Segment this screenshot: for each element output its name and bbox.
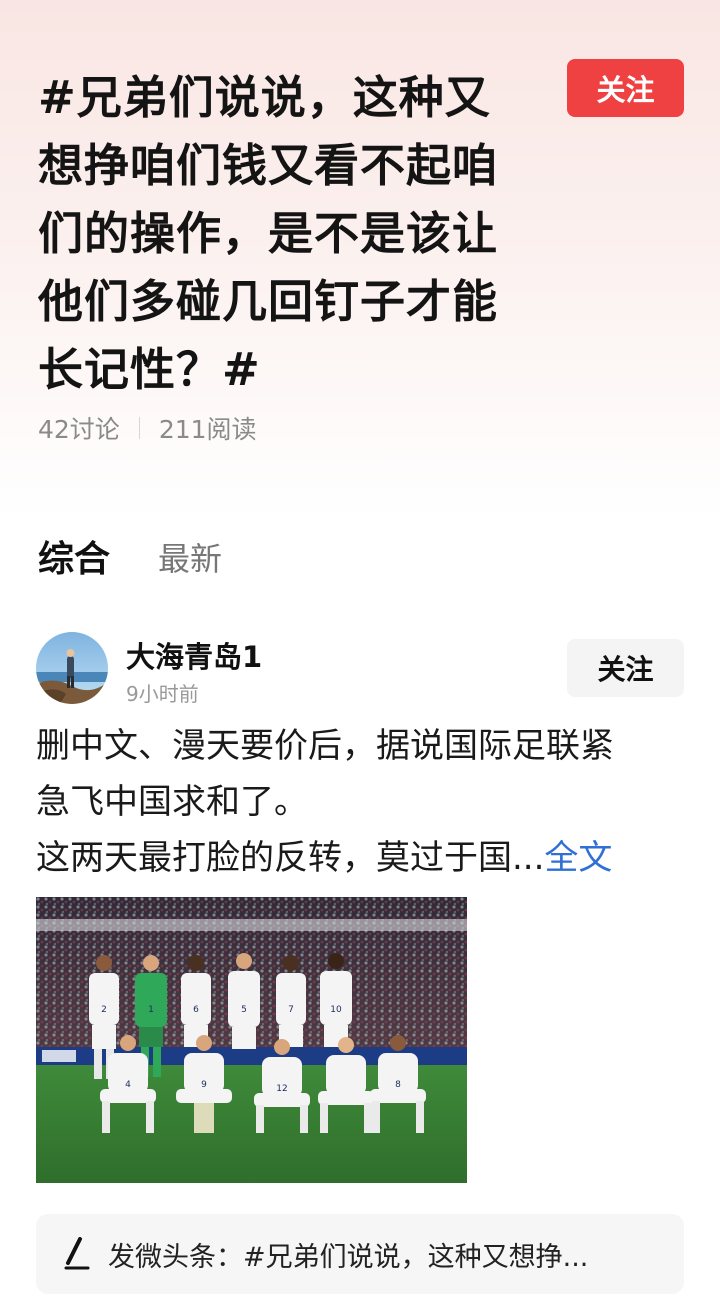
post-content[interactable]: 删中文、漫天要价后，据说国际足联紧 急飞中国求和了。 这两天最打脸的反转，莫过于… xyxy=(36,718,696,886)
avatar-image xyxy=(36,632,108,704)
composer-placeholder: 发微头条：#兄弟们说说，这种又想挣... xyxy=(108,1241,589,1273)
jersey-number: 2 xyxy=(101,1005,107,1015)
tab-comprehensive[interactable]: 综合 xyxy=(38,530,110,582)
post-composer-bar[interactable]: 发微头条：#兄弟们说说，这种又想挣... xyxy=(36,1214,684,1294)
follow-user-button[interactable]: 关注 xyxy=(567,639,684,697)
jersey-number: 6 xyxy=(193,1005,199,1015)
topic-title: #兄弟们说说，这种又想挣咱们钱又看不起咱们的操作，是不是该让他们多碰几回钉子才能… xyxy=(38,71,499,396)
post-text-excerpt: 这两天最打脸的反转，莫过于国... xyxy=(36,838,545,878)
follow-topic-button[interactable]: 关注 xyxy=(567,59,684,117)
jersey-number: 4 xyxy=(125,1080,131,1090)
read-more-link[interactable]: 全文 xyxy=(544,838,612,878)
post-image[interactable]: 2 1 6 5 7 10 4 9 12 8 xyxy=(36,897,467,1183)
author-name[interactable]: 大海青岛1 xyxy=(126,634,262,676)
read-count: 211阅读 xyxy=(158,415,257,444)
jersey-number: 1 xyxy=(148,1005,154,1015)
pen-icon xyxy=(58,1234,92,1274)
jersey-number: 12 xyxy=(276,1084,287,1094)
tab-latest[interactable]: 最新 xyxy=(158,534,222,580)
post-text-line: 删中文、漫天要价后，据说国际足联紧 xyxy=(36,726,614,766)
topic-stats: 42讨论 211阅读 xyxy=(38,408,257,448)
jersey-number: 10 xyxy=(330,1005,342,1015)
post-timestamp: 9小时前 xyxy=(126,682,199,706)
post-text-line: 急飞中国求和了。 xyxy=(36,782,308,822)
discussion-count: 42讨论 xyxy=(38,415,120,444)
team-photo: 2 1 6 5 7 10 4 9 12 8 xyxy=(36,897,467,1183)
avatar[interactable] xyxy=(36,632,108,704)
jersey-number: 9 xyxy=(201,1080,207,1090)
jersey-number: 7 xyxy=(288,1005,294,1015)
stats-divider xyxy=(138,417,140,439)
tab-bar: 综合 最新 xyxy=(38,530,222,582)
jersey-number: 5 xyxy=(241,1005,247,1015)
jersey-number: 8 xyxy=(395,1080,401,1090)
post-text-line: 这两天最打脸的反转，莫过于国...全文 xyxy=(36,830,696,886)
